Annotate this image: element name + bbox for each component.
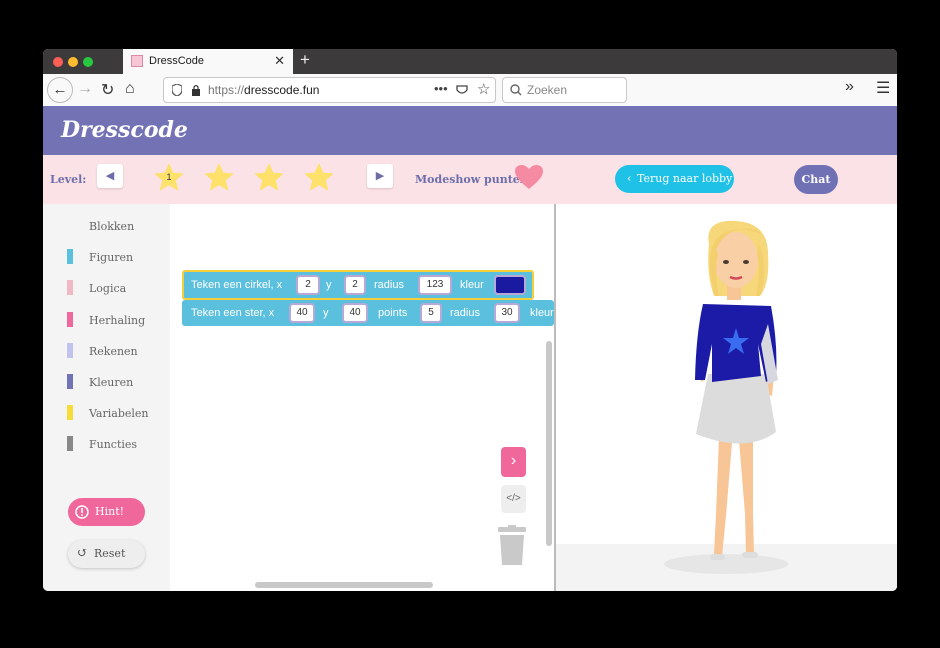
url-bar[interactable]: https://dresscode.fun ••• ☆ [163, 77, 496, 103]
menu-icon[interactable]: ☰ [876, 78, 890, 98]
level-bar: Level: ◀ 1 ▶ Modeshow punten: ‹ Terug na… [43, 155, 897, 204]
hint-button[interactable]: Hint! [68, 498, 145, 526]
new-tab-button[interactable]: + [300, 50, 310, 70]
trash-icon[interactable] [497, 525, 527, 565]
zoom-window-button[interactable] [83, 57, 93, 67]
back-button[interactable]: ← [47, 77, 73, 103]
current-level-number: 1 [166, 172, 172, 182]
page-actions-icon[interactable]: ••• [434, 81, 448, 96]
star-icon [254, 163, 284, 191]
lock-icon[interactable] [191, 84, 201, 96]
category-swatch [67, 280, 73, 295]
star-y-field[interactable]: 40 [344, 305, 366, 321]
browser-tab[interactable]: DressCode ✕ [123, 49, 293, 74]
block-category-sidebar: Blokken Figuren Logica Herhaling Rekenen… [43, 204, 170, 591]
close-window-button[interactable] [53, 57, 63, 67]
workspace-horizontal-scrollbar[interactable] [255, 582, 433, 588]
category-swatch [67, 249, 73, 264]
workspace-vertical-scrollbar[interactable] [546, 341, 552, 546]
level-star-1[interactable]: 1 [153, 162, 185, 194]
draw-circle-block[interactable]: Teken een cirkel, x 2 y 2 radius 123 kle… [182, 270, 534, 300]
search-bar[interactable]: Zoeken [502, 77, 627, 103]
search-placeholder: Zoeken [527, 83, 568, 97]
star-radius-field[interactable]: 30 [496, 305, 518, 321]
sidebar-header: Blokken [89, 220, 135, 233]
next-level-button[interactable]: ▶ [367, 164, 393, 188]
star-points-field[interactable]: 5 [422, 305, 440, 321]
category-swatch [67, 312, 73, 327]
dresscode-logo[interactable]: Dresscode [61, 117, 188, 143]
fashion-model-figure [664, 220, 788, 574]
home-button[interactable]: ⌂ [125, 80, 135, 98]
star-x-field[interactable]: 40 [291, 305, 313, 321]
circle-y-field[interactable]: 2 [346, 277, 364, 293]
tab-title: DressCode [149, 55, 205, 67]
code-icon: </> [506, 493, 521, 504]
url-text: https://dresscode.fun [208, 83, 320, 97]
back-to-lobby-button[interactable]: ‹ Terug naar lobby [615, 165, 734, 193]
category-swatch [67, 436, 73, 451]
pocket-icon[interactable] [456, 84, 468, 96]
circle-color-swatch[interactable] [496, 277, 524, 293]
level-label: Level: [50, 173, 87, 186]
circle-x-field[interactable]: 2 [298, 277, 318, 293]
app-header: Dresscode [43, 106, 897, 155]
forward-button[interactable]: → [77, 80, 93, 98]
draw-star-block[interactable]: Teken een ster, x 40 y 40 points 5 radiu… [182, 300, 554, 326]
shield-icon[interactable] [172, 84, 182, 96]
chevron-left-icon: ‹ [627, 172, 632, 185]
undo-icon: ↺ [77, 546, 88, 561]
browser-navbar: ← → ↻ ⌂ https://dresscode.fun ••• ☆ Zoek… [43, 74, 897, 107]
close-tab-icon[interactable]: ✕ [274, 53, 285, 69]
circle-radius-field[interactable]: 123 [420, 277, 450, 293]
category-swatch [67, 343, 73, 358]
category-swatch [67, 405, 73, 420]
alert-icon [75, 505, 89, 519]
star-icon [204, 163, 234, 191]
level-star-2[interactable] [203, 162, 235, 194]
star-icon [304, 163, 334, 191]
category-swatch [67, 374, 73, 389]
reload-button[interactable]: ↻ [101, 80, 114, 100]
browser-titlebar: DressCode ✕ + [43, 49, 897, 74]
overflow-chevron-icon[interactable]: » [845, 78, 854, 96]
heart-icon [515, 165, 543, 189]
model-stage [556, 204, 897, 591]
minimize-window-button[interactable] [68, 57, 78, 67]
level-star-3[interactable] [253, 162, 285, 194]
browser-window: DressCode ✕ + ← → ↻ ⌂ https://dresscode.… [43, 49, 897, 591]
reset-button[interactable]: ↺ Reset [68, 540, 145, 568]
chat-button[interactable]: Chat [794, 165, 838, 194]
search-icon [510, 84, 522, 96]
favicon-icon [131, 55, 143, 67]
level-star-4[interactable] [303, 162, 335, 194]
bookmark-star-icon[interactable]: ☆ [477, 80, 490, 98]
chevron-right-icon: › [510, 452, 517, 469]
previous-level-button[interactable]: ◀ [97, 164, 123, 188]
run-button[interactable]: › [501, 447, 526, 477]
show-code-button[interactable]: </> [501, 485, 526, 513]
